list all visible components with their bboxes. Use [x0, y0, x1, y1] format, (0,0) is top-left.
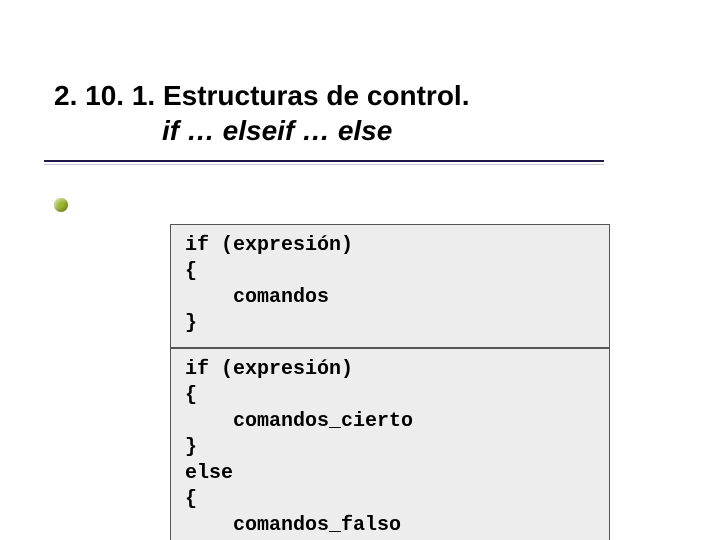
title-underline [44, 160, 604, 162]
slide-title: 2. 10. 1. Estructuras de control. if … e… [54, 78, 614, 148]
slide: 2. 10. 1. Estructuras de control. if … e… [0, 0, 720, 540]
code-block-if: if (expresión) { comandos } [170, 224, 610, 348]
title-line-2: if … elseif … else [162, 113, 614, 148]
bullet-icon [54, 198, 68, 212]
code-block-if-else: if (expresión) { comandos_cierto } else … [170, 348, 610, 540]
title-line-1: 2. 10. 1. Estructuras de control. [54, 78, 614, 113]
